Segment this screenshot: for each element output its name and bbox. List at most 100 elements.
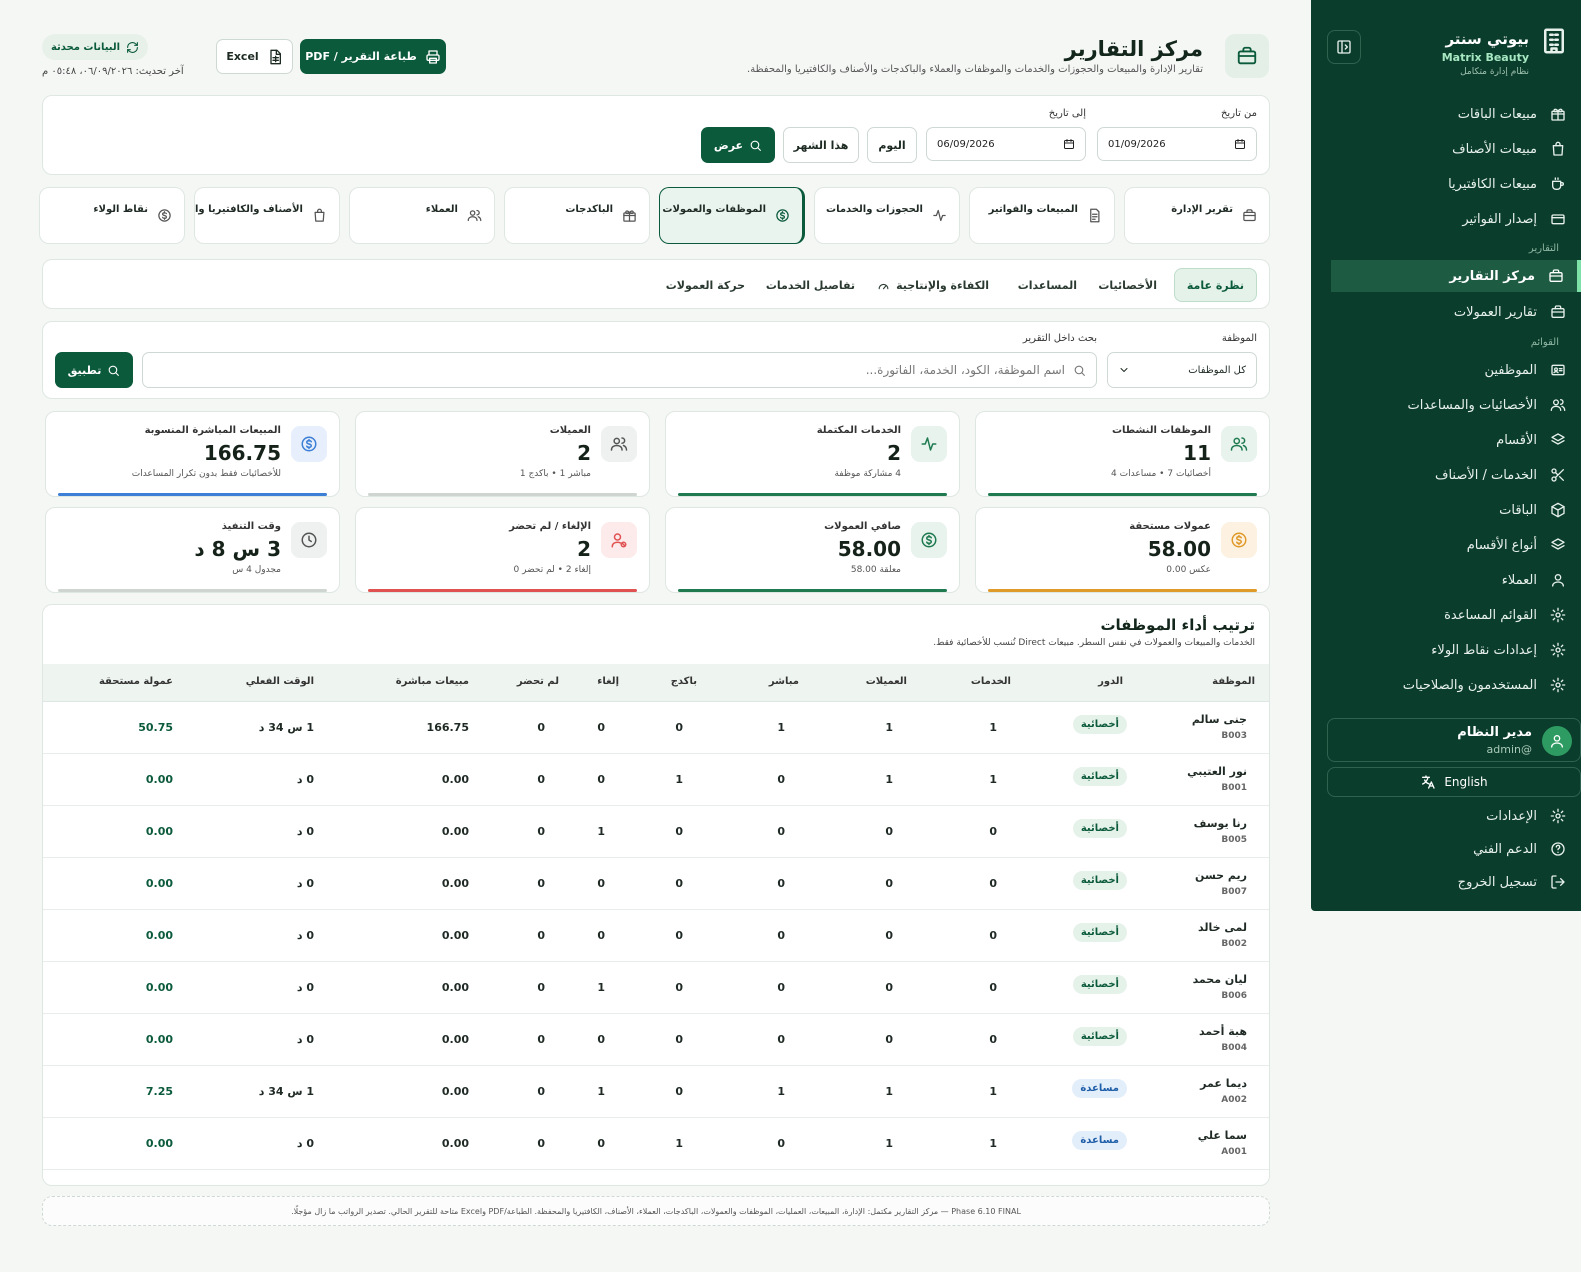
- sidebar-item[interactable]: العملاء: [1331, 564, 1569, 596]
- sub-tab-label: نظرة عامة: [1186, 278, 1244, 292]
- sidebar-item[interactable]: أنواع الأقسام: [1331, 529, 1569, 561]
- table-column-header[interactable]: الموظفة: [1212, 676, 1255, 687]
- role-badge: أخصائية: [1072, 871, 1127, 890]
- collapse-sidebar-button[interactable]: [1327, 30, 1361, 64]
- admin-profile[interactable]: مدير النظام @admin: [1327, 718, 1581, 762]
- report-tab[interactable]: الأصناف والكافتيريا والمحفظة: [194, 187, 340, 244]
- sub-tab[interactable]: نظرة عامة: [1173, 268, 1257, 302]
- sub-tab[interactable]: المساعدات: [1006, 268, 1089, 302]
- employee-code: B003: [1221, 731, 1247, 741]
- sub-tab-label: تفاصيل الخدمات: [765, 278, 855, 292]
- search-icon: [1073, 364, 1086, 377]
- table-column-header[interactable]: لم تحضر: [517, 676, 559, 687]
- cell-cancel: 0: [597, 1033, 605, 1046]
- role-badge: أخصائية: [1072, 819, 1127, 838]
- apply-button[interactable]: تطبيق: [55, 352, 133, 388]
- print-pdf-button[interactable]: طباعة التقرير / PDF: [300, 39, 446, 74]
- sidebar-item[interactable]: إصدار الفواتير: [1331, 203, 1569, 235]
- excel-export-button[interactable]: Excel: [216, 39, 293, 74]
- sub-tab[interactable]: الأخصائيات: [1086, 268, 1169, 302]
- table-row[interactable]: لمى خالد B002 أخصائية 0 0 0 0 0 0 0.00 0 د 0.00: [43, 910, 1269, 962]
- kpi-value: 2: [577, 441, 591, 465]
- sub-tab[interactable]: الكفاءة والإنتاجية: [865, 268, 1001, 302]
- report-tab[interactable]: الحجوزات والخدمات: [814, 187, 960, 244]
- user-icon: [1547, 569, 1569, 591]
- table-row[interactable]: ريم حسن B007 أخصائية 0 0 0 0 0 0 0.00 0 د 0.00: [43, 858, 1269, 910]
- table-row[interactable]: ديما عمر A002 مساعدة 1 1 1 0 1 0 0.00 1 س 34 د 7.25: [43, 1066, 1269, 1118]
- report-tab[interactable]: العملاء: [349, 187, 495, 244]
- cell-sales: 0.00: [441, 1137, 469, 1150]
- sidebar-item[interactable]: مركز التقارير: [1331, 260, 1581, 292]
- sidebar-item-label: أنواع الأقسام: [1466, 537, 1537, 553]
- help-icon: [1547, 838, 1569, 860]
- cell-direct: 0: [777, 929, 785, 942]
- date-filter-card: من تاريخ 01/09/2026 إلى تاريخ 06/09/2026…: [42, 95, 1270, 175]
- kpi-accent-bar: [988, 589, 1257, 592]
- sidebar-item[interactable]: المستخدمون والصلاحيات: [1331, 669, 1569, 701]
- report-tab[interactable]: المبيعات والفواتير: [969, 187, 1115, 244]
- from-date-input[interactable]: 01/09/2026: [1097, 127, 1257, 161]
- scissors-icon: [1547, 464, 1569, 486]
- report-search-input[interactable]: اسم الموظفة، الكود، الخدمة، الفاتورة...: [142, 352, 1097, 388]
- this-month-button[interactable]: هذا الشهر: [783, 127, 859, 163]
- sub-tab[interactable]: حركة العمولات: [654, 268, 757, 302]
- today-button[interactable]: اليوم: [867, 127, 917, 163]
- sidebar-item-label: المستخدمون والصلاحيات: [1402, 677, 1537, 693]
- table-row[interactable]: نور العتيبي B001 أخصائية 1 1 0 1 0 0 0.00 0 د 0.00: [43, 754, 1269, 806]
- gear-icon: [1547, 639, 1569, 661]
- employee-code: A002: [1221, 1095, 1247, 1105]
- table-column-header[interactable]: الخدمات: [971, 676, 1011, 687]
- sidebar-item[interactable]: تقارير العمولات: [1331, 296, 1569, 328]
- sidebar-bottom-item[interactable]: تسجيل الخروج: [1331, 866, 1569, 898]
- sidebar-item[interactable]: مبيعات الباقات: [1331, 98, 1569, 130]
- table-column-header[interactable]: باكدج: [671, 676, 697, 687]
- report-tab[interactable]: الباكدجات: [504, 187, 650, 244]
- sub-tab[interactable]: تفاصيل الخدمات: [754, 268, 867, 302]
- kpi-value: 2: [577, 537, 591, 561]
- table-row[interactable]: جنى سالم B003 أخصائية 1 1 1 0 0 0 166.75 1 س 34 د 5…: [43, 702, 1269, 754]
- employee-select[interactable]: كل الموظفات: [1107, 352, 1257, 388]
- report-tab[interactable]: تقرير الإدارة: [1124, 187, 1270, 244]
- table-column-header[interactable]: مبيعات مباشرة: [396, 676, 469, 687]
- table-row[interactable]: ليان محمد B006 أخصائية 0 0 0 0 1 0 0.00 0 د 0.00: [43, 962, 1269, 1014]
- report-tab[interactable]: نقاط الولاء: [39, 187, 185, 244]
- table-column-header[interactable]: مباشر: [769, 676, 799, 687]
- sidebar-item[interactable]: الخدمات / الأصناف: [1331, 459, 1569, 491]
- report-tab[interactable]: الموظفات والعمولات: [659, 187, 805, 244]
- report-tab-label: المبيعات والفواتير: [988, 204, 1078, 215]
- sidebar-item[interactable]: الأخصائيات والمساعدات: [1331, 389, 1569, 421]
- table-column-header[interactable]: الدور: [1098, 676, 1123, 687]
- dollar-icon: [157, 208, 172, 223]
- table-column-header[interactable]: الوقت الفعلي: [246, 676, 314, 687]
- cell-sales: 0.00: [441, 981, 469, 994]
- sidebar-item[interactable]: مبيعات الكافتيريا: [1331, 168, 1569, 200]
- language-toggle-button[interactable]: English: [1327, 767, 1581, 797]
- calendar-icon[interactable]: [1063, 138, 1075, 150]
- show-button[interactable]: عرض: [701, 127, 775, 163]
- sidebar-item[interactable]: الأقسام: [1331, 424, 1569, 456]
- table-column-header[interactable]: إلغاء: [597, 676, 619, 687]
- table-column-header[interactable]: العميلات: [866, 676, 907, 687]
- sidebar-bottom-item[interactable]: الدعم الفني: [1331, 833, 1569, 865]
- cell-sales: 0.00: [441, 929, 469, 942]
- table-row[interactable]: رنا يوسف B005 أخصائية 0 0 0 0 1 0 0.00 0 د 0.00: [43, 806, 1269, 858]
- cell-noshow: 0: [537, 721, 545, 734]
- sidebar-item[interactable]: الموظفين: [1331, 354, 1569, 386]
- chevron-down-icon: [1118, 364, 1130, 376]
- to-date-input[interactable]: 06/09/2026: [926, 127, 1086, 161]
- bag-icon: [312, 208, 327, 223]
- kpi-value: 2: [887, 441, 901, 465]
- sidebar-bottom-item[interactable]: الإعدادات: [1331, 800, 1569, 832]
- sidebar-item[interactable]: الباقات: [1331, 494, 1569, 526]
- cell-services: 0: [989, 825, 997, 838]
- table-row[interactable]: هبة أحمد B004 أخصائية 0 0 0 0 0 0 0.00 0 د 0.00: [43, 1014, 1269, 1066]
- table-row[interactable]: سما علي A001 مساعدة 1 1 0 1 0 0 0.00 0 د 0.00: [43, 1118, 1269, 1170]
- sidebar-item[interactable]: إعدادات نقاط الولاء: [1331, 634, 1569, 666]
- table-column-header[interactable]: عمولة مستحقة: [99, 676, 173, 687]
- sidebar-item[interactable]: القوائم المساعدة: [1331, 599, 1569, 631]
- sidebar-item[interactable]: مبيعات الأصناف: [1331, 133, 1569, 165]
- kpi-subtext: أخصائيات 7 • مساعدات 4: [1111, 469, 1211, 479]
- data-updated-badge[interactable]: البيانات محدثة: [42, 34, 148, 60]
- calendar-icon[interactable]: [1234, 138, 1246, 150]
- box-icon: [1547, 499, 1569, 521]
